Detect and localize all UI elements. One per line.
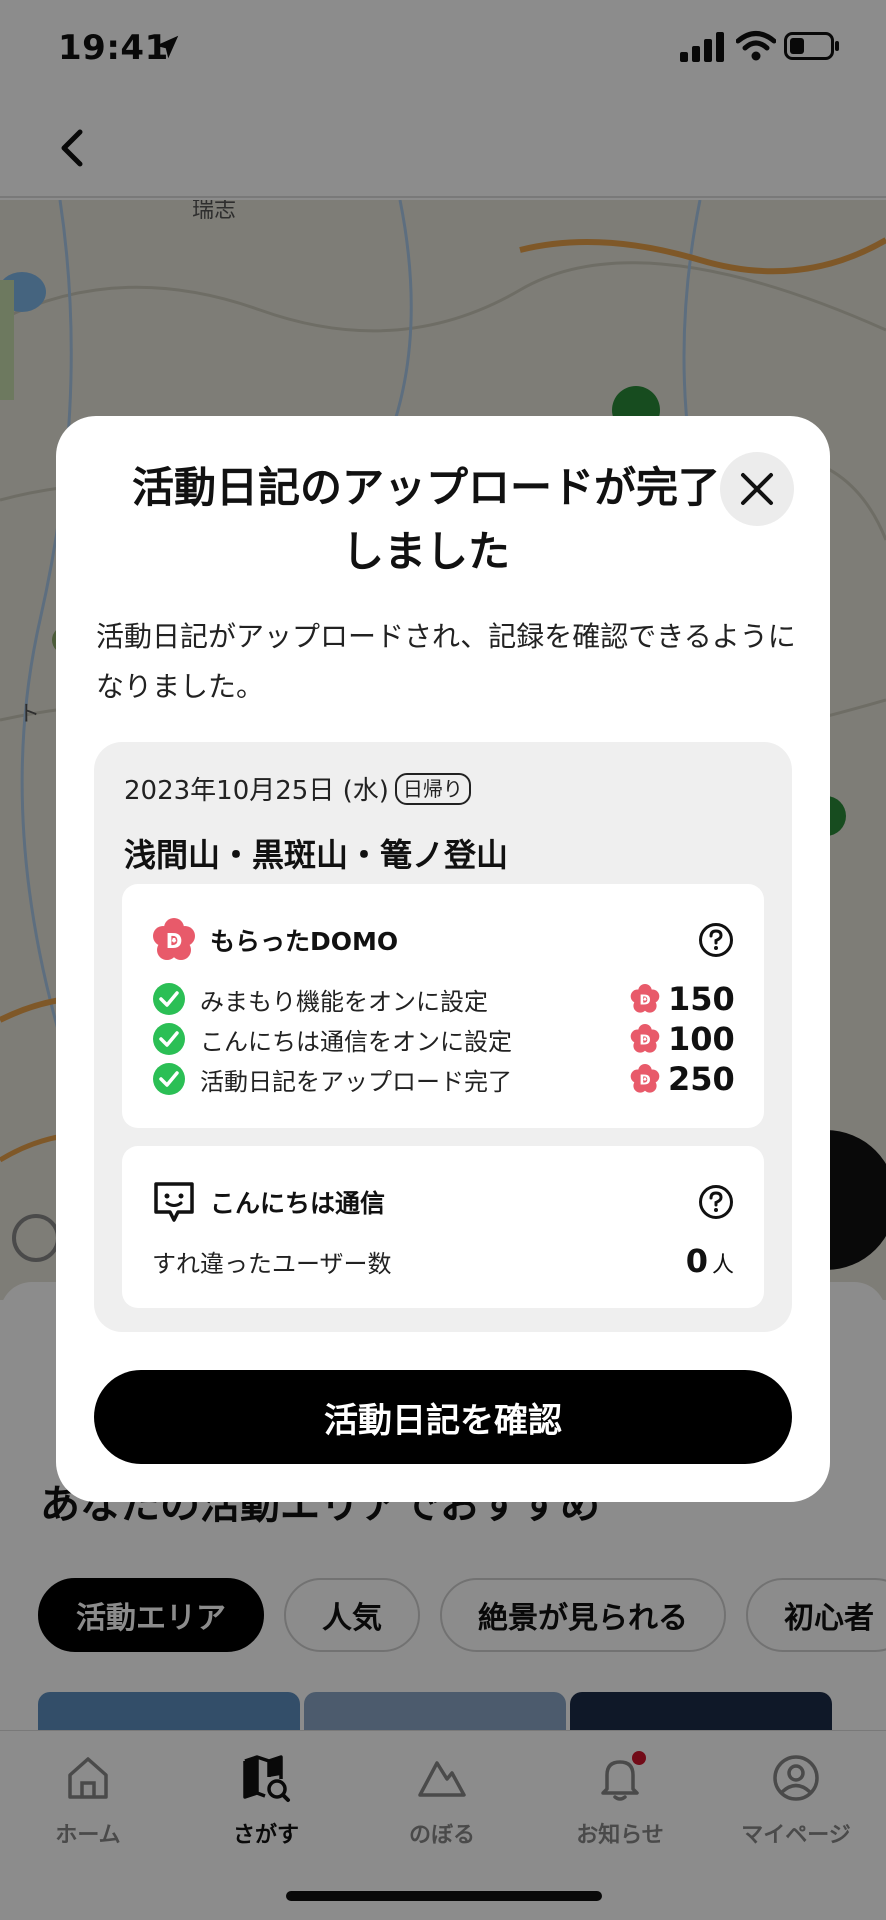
- domo-row: 活動日記をアップロード完了 D 250: [152, 1060, 735, 1098]
- passed-users-label: すれ違ったユーザー数: [152, 1249, 392, 1278]
- domo-row-label: こんにちは通信をオンに設定: [200, 1027, 512, 1056]
- domo-points: 100: [668, 1020, 735, 1058]
- svg-text:D: D: [639, 992, 650, 1008]
- domo-points: 250: [668, 1060, 735, 1098]
- domo-point-icon: D: [630, 1024, 660, 1053]
- domo-card-header: D もらったDOMO: [152, 918, 398, 962]
- help-icon[interactable]: [698, 922, 734, 958]
- domo-card: D もらったDOMO みまもり機能をオンに設定 D 150 こんにちは通信をオン…: [122, 884, 764, 1128]
- activity-date: 2023年10月25日 (水): [124, 776, 389, 806]
- passed-users-value: 0: [685, 1242, 708, 1280]
- domo-card-title: もらったDOMO: [210, 927, 399, 956]
- activity-date-row: 2023年10月25日 (水) 日帰り: [124, 770, 471, 807]
- domo-row-label: みまもり機能をオンに設定: [200, 987, 488, 1016]
- help-icon[interactable]: [698, 1184, 734, 1220]
- domo-row: みまもり機能をオンに設定 D 150: [152, 980, 735, 1018]
- daytrip-badge: 日帰り: [394, 772, 471, 805]
- domo-row-label: 活動日記をアップロード完了: [200, 1067, 512, 1096]
- passed-users-count: 0人: [686, 1242, 734, 1280]
- view-diary-button[interactable]: 活動日記を確認: [94, 1370, 792, 1464]
- check-circle-icon: [153, 983, 185, 1015]
- svg-text:D: D: [166, 929, 183, 953]
- domo-points: 150: [668, 980, 735, 1018]
- close-button[interactable]: [720, 452, 794, 526]
- svg-text:D: D: [639, 1032, 650, 1048]
- modal-description: 活動日記がアップロードされ、記録を確認できるようになりました。: [96, 620, 796, 703]
- domo-point-icon: D: [630, 1064, 660, 1093]
- check-circle-icon: [153, 1063, 185, 1095]
- mountain-names: 浅間山・黒斑山・篭ノ登山: [124, 836, 509, 874]
- modal-title: 活動日記のアップロードが完了しました: [131, 463, 720, 576]
- passed-users-unit: 人: [711, 1253, 734, 1278]
- hello-comm-icon: [154, 1182, 194, 1222]
- hello-card-title: こんにちは通信: [210, 1189, 386, 1218]
- domo-badge-icon: D: [153, 918, 195, 960]
- hello-card-header: こんにちは通信: [152, 1180, 385, 1224]
- domo-row: こんにちは通信をオンに設定 D 100: [152, 1020, 735, 1058]
- upload-complete-modal: 活動日記のアップロードが完了しました 活動日記がアップロードされ、記録を確認でき…: [56, 416, 830, 1502]
- svg-text:D: D: [639, 1072, 650, 1088]
- passed-users-row: すれ違ったユーザー数 0人: [152, 1242, 734, 1280]
- activity-summary: 2023年10月25日 (水) 日帰り 浅間山・黒斑山・篭ノ登山 D もらったD…: [94, 742, 792, 1332]
- close-icon: [741, 473, 773, 505]
- domo-point-icon: D: [630, 984, 660, 1013]
- hello-comm-card: こんにちは通信 すれ違ったユーザー数 0人: [122, 1146, 764, 1308]
- check-circle-icon: [153, 1023, 185, 1055]
